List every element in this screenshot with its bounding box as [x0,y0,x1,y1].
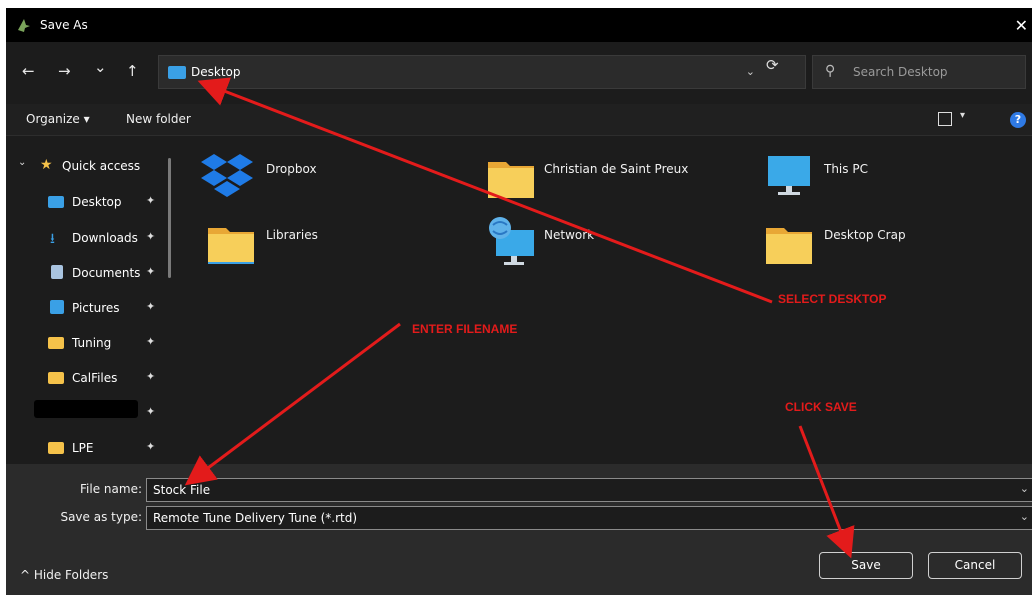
chevron-down-icon[interactable]: ⌄ [1020,482,1029,495]
save-button[interactable]: Save [819,552,913,579]
refresh-icon[interactable]: ⟳ [766,56,779,74]
app-icon [18,19,30,32]
folder-icon [48,442,64,454]
save-as-type-value: Remote Tune Delivery Tune (*.rtd) [153,511,358,525]
star-icon: ★ [40,157,53,173]
save-as-type-label: Save as type: [60,510,142,524]
document-icon [51,265,63,279]
pin-icon: ✦ [146,300,156,313]
hide-folders-button[interactable]: ^ Hide Folders [20,568,108,582]
pin-icon: ✦ [146,265,156,278]
save-as-type-select[interactable]: Remote Tune Delivery Tune (*.rtd) ⌄ [146,506,1032,530]
click-save-annotation: CLICK SAVE [785,400,857,414]
chevron-down-icon[interactable]: ⌄ [1020,510,1029,523]
new-folder-button[interactable]: New folder [126,112,191,126]
file-name-value: Stock File [153,483,211,497]
pc-icon [768,156,810,195]
file-name-label: File name: [80,482,142,496]
pin-icon: ✦ [146,194,156,207]
file-name-field[interactable]: Stock File ⌄ [146,478,1032,502]
pin-icon: ✦ [146,405,156,418]
address-text: Desktop [191,65,241,79]
view-chevron-icon[interactable]: ▾ [960,110,965,121]
close-icon[interactable]: ✕ [1015,16,1028,35]
sidebar-item-lpe[interactable]: LPE ✦ [6,434,166,462]
network-icon [489,217,534,265]
forward-button[interactable]: → [58,62,71,80]
recent-locations-button[interactable]: ⌄ [94,58,107,76]
item-label: Network [544,228,595,242]
sidebar-item-quick-access[interactable]: ⌄ ★ Quick access [6,152,166,180]
item-label: Christian de Saint Preux [544,162,689,176]
sidebar-item-documents[interactable]: Documents ✦ [6,259,166,287]
item-this-pc[interactable]: This PC [762,150,1032,220]
item-desktop-crap[interactable]: Desktop Crap [762,216,1032,286]
item-label: Libraries [266,228,318,242]
title-bar: Save As [6,8,1032,42]
folder-icon [48,337,64,349]
window-title: Save As [40,18,88,32]
pictures-icon [50,300,64,314]
sidebar-item-desktop[interactable]: Desktop ✦ [6,188,166,216]
pin-icon: ✦ [146,440,156,453]
select-desktop-annotation: SELECT DESKTOP [778,292,887,306]
item-christian-de-saint-preux[interactable]: Christian de Saint Preux [484,150,754,220]
sidebar-scrollbar[interactable] [168,158,171,278]
folder-icon [48,372,64,384]
sidebar-item-label: Quick access [62,159,141,173]
cancel-button[interactable]: Cancel [928,552,1022,579]
sidebar-item-downloads[interactable]: ⭳ Downloads ✦ [6,224,166,252]
sidebar-item-label: Desktop [72,195,122,209]
pin-icon: ✦ [146,370,156,383]
chevron-down-icon[interactable]: ⌄ [18,157,26,168]
desktop-folder-icon [168,66,186,79]
sidebar-item-tuning[interactable]: Tuning ✦ [6,329,166,357]
enter-filename-annotation: ENTER FILENAME [412,322,518,336]
dropbox-icon [201,154,253,197]
search-placeholder: Search Desktop [853,65,948,79]
item-network[interactable]: Network [484,216,754,286]
sidebar-item-label: Tuning [72,336,112,350]
sidebar-item-label: CalFiles [72,371,118,385]
organize-button[interactable]: Organize ▾ [26,112,90,126]
folder-icon [766,228,812,264]
item-libraries[interactable]: Libraries [204,216,474,286]
folder-icon [208,228,254,264]
sidebar-item-pictures[interactable]: Pictures ✦ [6,294,166,322]
pin-icon: ✦ [146,230,156,243]
help-icon[interactable]: ? [1010,112,1026,128]
sidebar-item-label: LPE [72,441,94,455]
desktop-icon [48,196,64,208]
address-bar[interactable]: Desktop ⌄ [158,55,806,89]
sidebar-item-label: Downloads [72,231,138,245]
item-dropbox[interactable]: Dropbox [200,150,470,220]
view-options-icon[interactable] [938,112,952,126]
command-bar: Organize ▾ New folder ▾ ? [6,104,1032,136]
sidebar-item-calfiles[interactable]: CalFiles ✦ [6,364,166,392]
search-icon: ⚲ [825,63,836,79]
item-label: Dropbox [266,162,317,176]
pin-icon: ✦ [146,335,156,348]
file-list: Dropbox Christian de Saint Preux This PC [184,144,1032,464]
folder-icon [488,162,534,198]
sidebar-item-label: Pictures [72,301,120,315]
search-input[interactable]: ⚲ Search Desktop [812,55,1026,89]
sidebar-item-label: Documents [72,266,141,280]
address-dropdown-icon[interactable]: ⌄ [746,65,755,78]
up-button[interactable]: ↑ [126,62,139,80]
download-icon: ⭳ [50,231,55,247]
item-label: This PC [824,162,868,176]
item-label: Desktop Crap [824,228,906,242]
redacted-item [34,400,138,418]
back-button[interactable]: ← [22,62,35,80]
